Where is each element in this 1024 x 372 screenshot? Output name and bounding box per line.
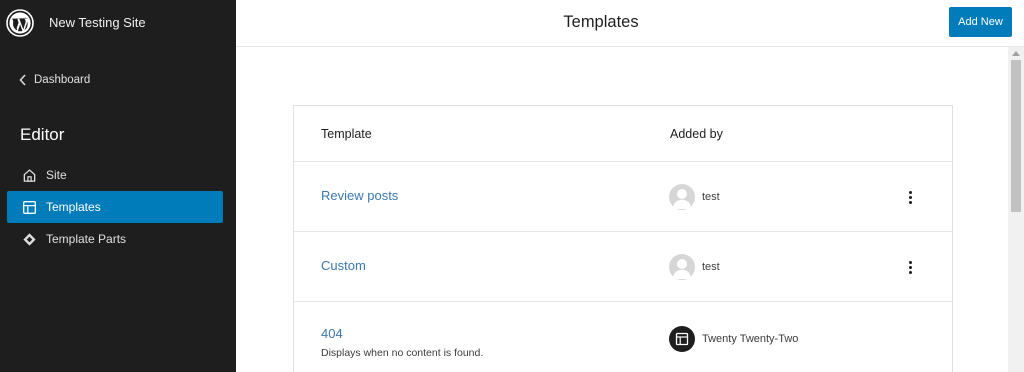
wordpress-logo-icon[interactable] xyxy=(6,9,34,37)
home-icon xyxy=(23,168,36,182)
table-row: Review posts test xyxy=(294,162,952,232)
author-name: test xyxy=(702,191,720,203)
column-header-template: Template xyxy=(321,127,372,141)
actions-menu-button[interactable] xyxy=(903,188,917,206)
site-hub: New Testing Site xyxy=(0,0,236,46)
sidebar-item-label: Site xyxy=(46,168,67,182)
table-row: 404 Displays when no content is found. T… xyxy=(294,302,952,372)
sidebar-item-label: Templates xyxy=(46,200,101,214)
theme-layout-icon xyxy=(669,326,695,352)
templates-content: Template Added by Review posts test Cust… xyxy=(236,47,1008,372)
sidebar-item-template-parts[interactable]: Template Parts xyxy=(7,223,223,255)
table-row: Custom test xyxy=(294,232,952,302)
author-name: Twenty Twenty-Two xyxy=(702,333,799,345)
template-author: test xyxy=(669,184,720,210)
column-header-added-by: Added by xyxy=(670,127,723,141)
scroll-up-arrow-icon[interactable] xyxy=(1012,51,1020,56)
table-header-row: Template Added by xyxy=(294,106,952,162)
add-new-button[interactable]: Add New xyxy=(949,7,1012,37)
symbol-filled-icon xyxy=(23,232,36,246)
scrollbar-thumb[interactable] xyxy=(1011,60,1021,212)
template-description: Displays when no content is found. xyxy=(321,347,484,359)
author-name: test xyxy=(702,261,720,273)
layout-icon xyxy=(23,200,36,214)
dashboard-back-link[interactable]: Dashboard xyxy=(18,72,90,88)
template-name-link[interactable]: Custom xyxy=(321,258,366,273)
editor-heading: Editor xyxy=(20,125,65,144)
site-title: New Testing Site xyxy=(49,15,146,30)
page-title: Templates xyxy=(563,13,639,31)
dashboard-label: Dashboard xyxy=(34,74,91,86)
scrollbar[interactable] xyxy=(1008,47,1024,372)
sidebar-item-templates[interactable]: Templates xyxy=(7,191,223,223)
sidebar-item-label: Template Parts xyxy=(46,232,127,246)
sidebar-item-site[interactable]: Site xyxy=(7,159,223,191)
template-name-link[interactable]: 404 xyxy=(321,326,343,341)
chevron-left-icon xyxy=(19,74,26,86)
sidebar: New Testing Site Dashboard Editor Site T… xyxy=(0,0,236,372)
page-header: Templates Add New xyxy=(236,0,1024,47)
template-author: Twenty Twenty-Two xyxy=(669,326,798,352)
avatar xyxy=(669,254,695,280)
template-name-link[interactable]: Review posts xyxy=(321,188,398,203)
actions-menu-button[interactable] xyxy=(903,258,917,276)
template-author: test xyxy=(669,254,720,280)
templates-table: Template Added by Review posts test Cust… xyxy=(293,105,953,372)
avatar xyxy=(669,184,695,210)
